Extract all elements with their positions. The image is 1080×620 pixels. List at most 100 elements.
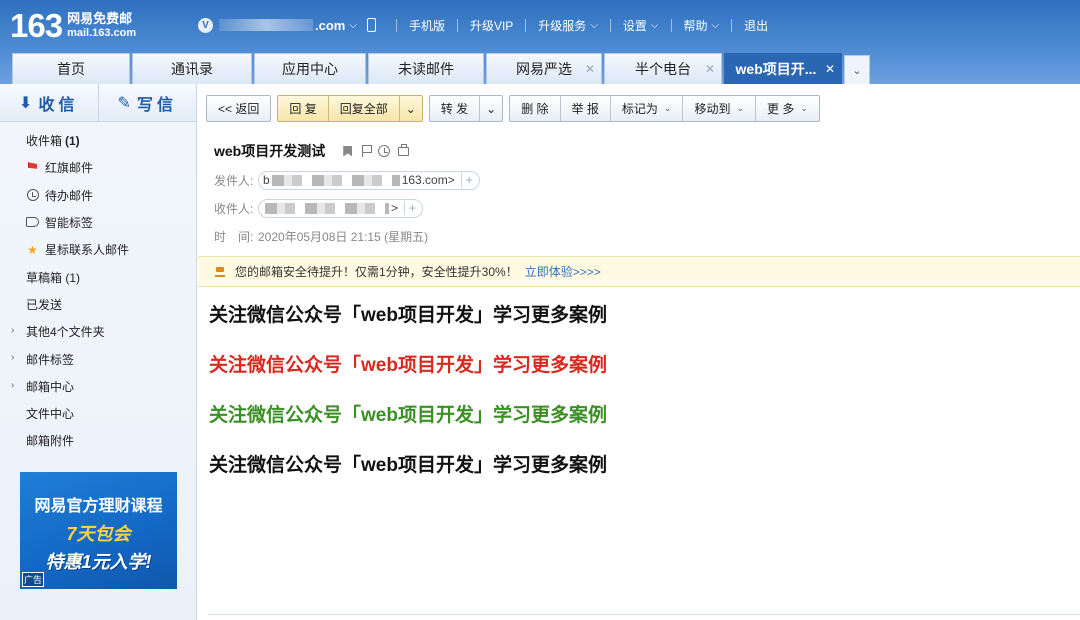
tab-label: 首页: [57, 61, 85, 77]
move-to-button[interactable]: 移动到 ⌄: [682, 96, 755, 121]
logo-cn: 网易免费邮: [67, 11, 133, 26]
sidebar-item-other-folders[interactable]: › 其他4个文件夹: [0, 318, 196, 345]
logo[interactable]: 163 网易免费邮 mail.163.com: [10, 7, 136, 45]
chevron-down-icon[interactable]: ⌵: [712, 20, 720, 31]
folder-label: 待办邮件: [45, 188, 94, 203]
chevron-down-icon[interactable]: ⌵: [590, 20, 598, 31]
close-icon[interactable]: ✕: [705, 62, 715, 76]
gavel-icon: [214, 266, 226, 278]
tab-label: 网易严选: [516, 61, 572, 77]
top-bar: V .com ⌵ 手机版 升级VIP 升级服务 ⌵ 设置 ⌵ 帮助 ⌵ 退出: [198, 14, 768, 36]
receive-button[interactable]: ⬇ 收信: [0, 84, 98, 121]
chevron-down-icon: ⌄: [800, 103, 808, 113]
tab-yanxuan[interactable]: 网易严选 ✕: [486, 53, 602, 84]
divider: [731, 18, 733, 32]
tab-current-message[interactable]: web项目开... ✕: [724, 53, 842, 84]
sidebar-item-smart-tags[interactable]: 智能标签: [0, 209, 196, 236]
back-group: << 返回: [206, 95, 272, 122]
tab-radio[interactable]: 半个电台 ✕: [604, 53, 722, 84]
forward-button[interactable]: 转 发: [430, 96, 479, 121]
tab-unread[interactable]: 未读邮件: [368, 53, 484, 84]
upgrade-service-link[interactable]: 升级服务: [538, 17, 586, 34]
body-line: 关注微信公众号「web项目开发」学习更多案例: [209, 305, 607, 326]
add-contact-icon[interactable]: +: [460, 173, 473, 187]
to-label: 收件人:: [214, 201, 254, 216]
sidebar-item-mail-tags[interactable]: › 邮件标签: [0, 345, 196, 372]
flag-icon[interactable]: [362, 145, 373, 157]
printer-icon[interactable]: [398, 143, 410, 156]
upgrade-vip-link[interactable]: 升级VIP: [470, 17, 513, 34]
reply-dropdown-button[interactable]: ⌄: [398, 96, 422, 121]
tab-more-button[interactable]: ⌄: [844, 55, 870, 84]
tab-label: web项目开...: [735, 61, 817, 77]
sender-address[interactable]: b 163.com> +: [258, 170, 480, 190]
tab-contacts[interactable]: 通讯录: [132, 53, 252, 84]
sidebar-item-todo[interactable]: 待办邮件: [0, 182, 196, 209]
sidebar-item-inbox[interactable]: 收件箱 (1): [0, 127, 196, 154]
tab-app-center[interactable]: 应用中心: [254, 53, 366, 84]
tag-icon: [26, 216, 39, 229]
logo-number: 163: [10, 7, 63, 44]
sidebar: ⬇ 收信 ✎ 写信 收件箱 (1) 红旗邮件 待办邮件 智能标签 ★ 星标联系人邮件…: [0, 84, 197, 620]
tab-home[interactable]: 首页: [12, 53, 130, 84]
mobile-link[interactable]: 手机版: [409, 17, 445, 34]
recipient-address[interactable]: > +: [258, 198, 424, 218]
help-link[interactable]: 帮助: [684, 17, 708, 34]
logout-link[interactable]: 退出: [744, 17, 768, 34]
chevron-down-icon: ⌄: [486, 101, 497, 116]
add-contact-icon[interactable]: +: [404, 201, 416, 215]
sidebar-item-attachments[interactable]: 邮箱附件: [0, 427, 196, 454]
tab-bar: 首页 通讯录 应用中心 未读邮件 网易严选 ✕ 半个电台 ✕ web项目开... ✕ …: [12, 52, 870, 84]
sidebar-item-mail-center[interactable]: › 邮箱中心: [0, 373, 196, 400]
more-button[interactable]: 更 多 ⌄: [755, 96, 819, 121]
back-button[interactable]: << 返回: [207, 96, 270, 121]
mark-as-button[interactable]: 标记为 ⌄: [609, 96, 683, 121]
sender-suffix: 163.com>: [401, 173, 455, 187]
divider: [670, 18, 672, 32]
sidebar-item-flagged[interactable]: 红旗邮件: [0, 154, 196, 181]
message-body: 关注微信公众号「web项目开发」学习更多案例 关注微信公众号「web项目开发」学…: [209, 304, 607, 504]
delete-button[interactable]: 删 除: [510, 96, 559, 121]
bookmark-icon[interactable]: [343, 145, 353, 157]
subject-row: web项目开发测试: [214, 140, 1074, 162]
chevron-down-icon[interactable]: ⌵: [349, 20, 357, 31]
folder-label: 收件箱: [26, 134, 63, 149]
tab-label: 半个电台: [635, 61, 691, 77]
sidebar-item-sent[interactable]: 已发送: [0, 291, 196, 318]
chevron-right-icon[interactable]: ›: [11, 352, 14, 363]
close-icon[interactable]: ✕: [825, 62, 835, 76]
chevron-down-icon[interactable]: ⌵: [651, 20, 659, 31]
folder-list: 收件箱 (1) 红旗邮件 待办邮件 智能标签 ★ 星标联系人邮件 草稿箱 (1) 已…: [0, 122, 196, 455]
forward-dropdown-button[interactable]: ⌄: [479, 96, 502, 121]
notice-text: 您的邮箱安全待提升！仅需1分钟，安全性提升30%！: [235, 265, 518, 279]
account-domain[interactable]: .com: [315, 18, 345, 33]
time-label: 时 间:: [214, 229, 254, 244]
settings-link[interactable]: 设置: [623, 17, 647, 34]
phone-icon[interactable]: [366, 18, 376, 32]
chevron-right-icon[interactable]: ›: [11, 325, 14, 336]
time-value: 2020年05月08日 21:15 (星期五): [258, 229, 429, 244]
report-button[interactable]: 举 报: [559, 96, 610, 121]
body-line: 关注微信公众号「web项目开发」学习更多案例: [209, 405, 607, 426]
sidebar-item-drafts[interactable]: 草稿箱 (1): [0, 263, 196, 290]
ad-banner[interactable]: 网易官方理财课程 7天包会 特惠1元入学! 广告: [20, 472, 177, 589]
clock-icon[interactable]: [378, 145, 391, 157]
sidebar-item-starred[interactable]: ★ 星标联系人邮件: [0, 236, 196, 263]
ad-tag: 广告: [22, 572, 45, 587]
chevron-down-icon: ⌄: [405, 101, 416, 116]
reply-all-button[interactable]: 回复全部: [327, 96, 399, 121]
notice-link[interactable]: 立即体验>>>>: [525, 263, 601, 280]
unread-count: (1): [65, 133, 80, 148]
download-tray-icon: ⬇: [19, 94, 33, 112]
red-flag-icon: [26, 161, 39, 174]
chevron-right-icon[interactable]: ›: [11, 380, 14, 391]
account-masked: [219, 19, 313, 31]
reply-button[interactable]: 回 复: [278, 96, 327, 121]
close-icon[interactable]: ✕: [585, 62, 595, 76]
compose-row: ⬇ 收信 ✎ 写信: [0, 84, 196, 122]
sidebar-item-file-center[interactable]: 文件中心: [0, 400, 196, 427]
mark-as-label: 标记为: [621, 102, 658, 116]
compose-button[interactable]: ✎ 写信: [97, 84, 197, 121]
compose-label: 写信: [136, 96, 177, 114]
folder-label: 邮箱附件: [26, 434, 75, 449]
